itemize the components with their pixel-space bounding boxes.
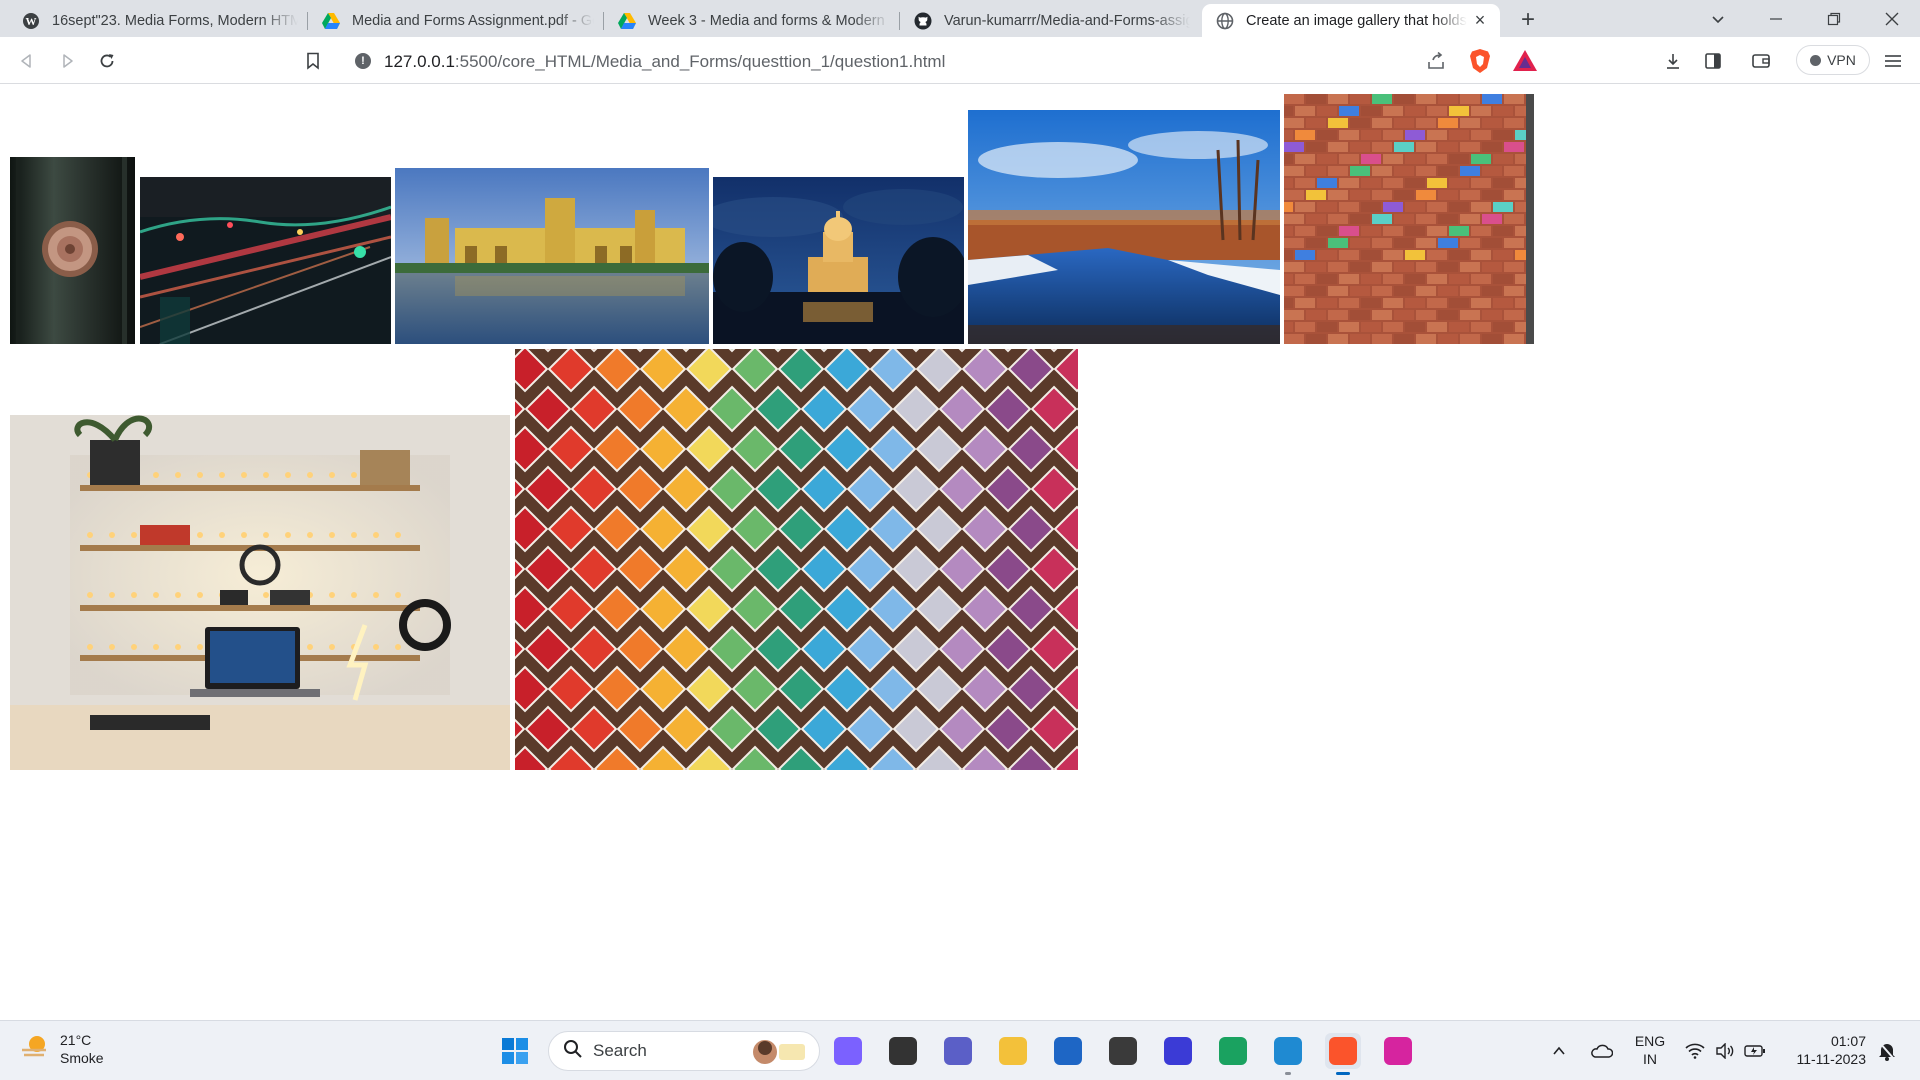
colorful-diamonds-photo	[515, 349, 1078, 770]
notification-bell-icon[interactable]	[1874, 1033, 1900, 1069]
github-icon	[914, 12, 932, 30]
image-gallery	[0, 85, 1920, 1020]
bookmark-icon[interactable]	[298, 46, 328, 76]
search-icon	[563, 1039, 583, 1064]
tab-title: Media and Forms Assignment.pdf - Google …	[352, 12, 594, 29]
clock[interactable]: 01:07 11-11-2023	[1782, 1032, 1866, 1068]
menu-icon[interactable]	[1878, 46, 1908, 76]
chrome-icon[interactable]	[1215, 1033, 1251, 1069]
onedrive-icon[interactable]	[1584, 1033, 1618, 1069]
tab-4[interactable]: Varun-kumarrr/Media-and-Forms-assignment	[900, 4, 1200, 37]
teams-icon[interactable]	[940, 1033, 976, 1069]
forward-icon[interactable]	[52, 46, 82, 76]
tab-strip: W 16sept"23. Media Forms, Modern HTML Me…	[0, 0, 1920, 37]
restore-icon[interactable]	[1806, 0, 1862, 37]
sidebar-icon[interactable]	[1698, 46, 1728, 76]
door-knob-photo	[10, 157, 135, 344]
paint-app-icon[interactable]	[1160, 1033, 1196, 1069]
yellow-palace-photo	[395, 168, 709, 344]
tab-title: Varun-kumarrr/Media-and-Forms-assignment	[944, 12, 1190, 29]
new-tab-button[interactable]: +	[1514, 6, 1542, 34]
search-label: Search	[593, 1041, 647, 1060]
tab-search-chevron-icon[interactable]	[1690, 0, 1746, 37]
brave-icon[interactable]	[1325, 1033, 1361, 1075]
language-region: IN	[1643, 1051, 1657, 1067]
taskbar-search[interactable]: Search	[548, 1031, 820, 1071]
vpn-button[interactable]: VPN	[1796, 45, 1870, 75]
back-icon[interactable]	[12, 46, 42, 76]
microsoft-store-icon[interactable]	[1050, 1033, 1086, 1069]
desk-setup-photo	[10, 415, 510, 770]
download-icon[interactable]	[1658, 46, 1688, 76]
task-view-icon[interactable]	[885, 1033, 921, 1069]
vpn-label: VPN	[1827, 52, 1856, 68]
wifi-icon[interactable]	[1682, 1033, 1708, 1069]
tab-1[interactable]: W 16sept"23. Media Forms, Modern HTML	[8, 4, 308, 37]
tab-3[interactable]: Week 3 - Media and forms & Modern HTML	[604, 4, 900, 37]
brave-shields-icon[interactable]	[1468, 48, 1492, 79]
site-info-icon[interactable]: !	[355, 53, 371, 69]
start-button-icon[interactable]	[497, 1033, 533, 1069]
clock-date: 11-11-2023	[1796, 1051, 1866, 1067]
reload-icon[interactable]	[92, 46, 122, 76]
tab-title: Week 3 - Media and forms & Modern HTML	[648, 12, 890, 29]
language-indicator[interactable]: ENG IN	[1630, 1032, 1670, 1068]
globe-icon	[1216, 12, 1234, 30]
tab-2[interactable]: Media and Forms Assignment.pdf - Google …	[308, 4, 604, 37]
wordpress-icon: W	[22, 12, 40, 30]
brick-wall-photo	[1284, 94, 1534, 344]
battery-icon[interactable]	[1742, 1033, 1768, 1069]
city-night-photo	[140, 177, 391, 344]
copilot-icon[interactable]	[830, 1033, 866, 1069]
weather-condition: Smoke	[60, 1050, 104, 1066]
language-code: ENG	[1634, 1033, 1666, 1049]
google-drive-icon	[322, 12, 340, 30]
close-window-icon[interactable]	[1864, 0, 1920, 37]
address-url[interactable]: 127.0.0.1:5500/core_HTML/Media_and_Forms…	[384, 52, 945, 72]
tab-5-active[interactable]: Create an image gallery that holds ×	[1202, 4, 1500, 37]
share-icon[interactable]	[1426, 51, 1446, 76]
file-explorer-icon[interactable]	[995, 1033, 1031, 1069]
google-drive-icon	[618, 12, 636, 30]
windows-taskbar: 21°C Smoke Search ENG IN 01:07 11-11-202…	[0, 1020, 1920, 1080]
weather-temp: 21°C	[60, 1032, 92, 1048]
address-bar[interactable]: ! 127.0.0.1:5500/core_HTML/Media_and_For…	[340, 43, 1544, 79]
winter-river-photo	[968, 110, 1280, 344]
active-app-indicator	[1336, 1072, 1350, 1075]
tab-title: 16sept"23. Media Forms, Modern HTML	[52, 12, 298, 29]
vscode-icon[interactable]	[1270, 1033, 1306, 1075]
weather-widget[interactable]: 21°C Smoke	[20, 1031, 104, 1067]
browser-toolbar: ! 127.0.0.1:5500/core_HTML/Media_and_For…	[0, 37, 1920, 84]
minimize-icon[interactable]	[1748, 0, 1804, 37]
search-highlight-icon	[749, 1036, 809, 1073]
clock-time: 01:07	[1830, 1033, 1866, 1049]
tab-title: Create an image gallery that holds	[1246, 12, 1467, 29]
wallet-icon[interactable]	[1746, 46, 1776, 76]
brave-rewards-icon[interactable]	[1512, 49, 1538, 78]
tray-overflow-chevron-icon[interactable]	[1546, 1033, 1572, 1069]
svg-text:W: W	[26, 16, 37, 28]
vpn-status-icon	[1810, 54, 1822, 66]
close-tab-icon[interactable]: ×	[1470, 10, 1490, 31]
running-app-indicator	[1285, 1072, 1291, 1075]
cathedral-night-photo	[713, 177, 964, 344]
weather-haze-icon	[20, 1034, 50, 1065]
unity-hub-icon[interactable]	[1105, 1033, 1141, 1069]
volume-icon[interactable]	[1712, 1033, 1738, 1069]
instagram-icon[interactable]	[1380, 1033, 1416, 1069]
